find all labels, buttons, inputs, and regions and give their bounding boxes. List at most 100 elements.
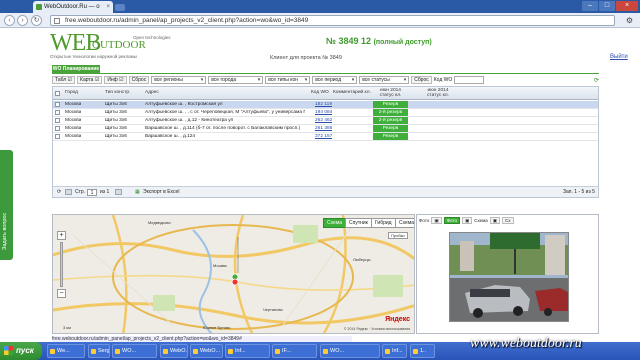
close-tab-icon[interactable]: × [106,4,110,10]
maximize-icon[interactable]: □ [599,1,615,11]
map-tab-hybrid[interactable]: Гибрид [371,218,396,228]
table-row[interactable]: Москва Щиты 3х6 Алтуфьевское ш. , , с от. … [53,109,598,117]
refresh-table-icon[interactable]: ⟳ [57,189,61,195]
page-input[interactable]: 1 [87,189,97,196]
taskbar-item[interactable]: Inf... [225,344,270,358]
cell-status[interactable]: Резерв [373,133,408,140]
col-city[interactable]: Город [65,90,78,95]
photo-thumb-2[interactable]: ▣ [461,217,473,224]
address-bar[interactable]: free.weboutdoor.ru/admin_panel/ap_projec… [50,15,615,26]
col-comment[interactable]: Комментарий кл. [333,90,371,95]
logout-link[interactable]: Выйти [610,54,628,60]
col-code[interactable]: Код WO [311,90,329,95]
table-row[interactable]: Москва Щиты 3х6 Варшавское ш. , д.124 372 1… [53,133,598,141]
zoom-control[interactable]: + − [57,231,69,301]
status-select[interactable]: все статусы ▾ [359,76,410,84]
map-copyright[interactable]: © 2014 Яндекс · Условия использования [344,327,410,331]
start-button[interactable]: пуск [0,342,42,360]
export-excel-link[interactable]: Экспорт в Excel [143,189,179,195]
col-type[interactable]: Тип констр. [105,90,130,95]
table-header: Город Тип констр. Адрес Код WO Комментар… [53,87,598,100]
traffic-button[interactable]: Пробки [388,232,408,239]
filter-bar: Табл ☑ Карта ☑ Инф ☑ Сброс все регионы ▾ … [52,75,599,85]
taskbar-item[interactable]: We... [47,344,85,358]
results-table: Город Тип констр. Адрес Код WO Комментар… [52,86,599,198]
cell-code[interactable]: 262 462 [315,117,332,124]
table-row[interactable]: Москва Щиты 3х6 Варшавское ш. , д.114 (б-7… [53,125,598,133]
tab-title: WebOutdoor.Ru — o [44,4,100,10]
zoom-in-icon[interactable]: + [57,231,66,240]
region-select[interactable]: все регионы ▾ [151,76,207,84]
zoom-out-icon[interactable]: − [57,289,66,298]
code-search-input[interactable] [454,76,485,84]
row-checkbox[interactable] [55,134,60,139]
taskbar-item[interactable]: Serge... [88,344,110,358]
cell-address: Варшавское ш. , д.124 [145,134,196,139]
new-tab-button[interactable] [115,4,125,11]
select-all-checkbox[interactable] [55,91,60,96]
reload-icon[interactable]: ↻ [31,15,42,26]
cell-code[interactable]: 372 157 [315,133,332,140]
first-page-icon[interactable] [65,189,72,195]
reset-button[interactable]: Сброс [128,76,150,84]
wrench-icon[interactable]: ⚙ [624,15,635,26]
photo-tab-active[interactable]: Фото [443,217,460,224]
zoom-slider[interactable] [60,242,63,287]
taskbar-item[interactable]: IF... [272,344,317,358]
taskbar-item[interactable]: 1.. [410,344,435,358]
taskbar-item[interactable]: WO... [320,344,380,358]
map-tab-scheme-2[interactable]: Схема [395,218,414,228]
photo-thumb-1[interactable]: ▣ [431,217,442,224]
excel-icon[interactable]: ▦ [135,189,140,195]
col-status-2[interactable]: июн 2014 статус кл. [423,88,453,98]
billboard-photo[interactable] [449,232,569,322]
taskbar-item[interactable]: WebO... [160,344,188,358]
divider [52,73,599,74]
taskbar-item[interactable]: WO... [112,344,157,358]
forward-icon[interactable]: › [17,15,28,26]
cell-code[interactable]: 182 119 [315,101,332,108]
planning-tab[interactable]: WO Планирование [52,65,100,73]
row-checkbox[interactable] [55,118,60,123]
map-label: Москва [213,263,227,268]
close-window-icon[interactable]: × [616,1,638,11]
type-select[interactable]: все типы кон ▾ [265,76,311,84]
table-row[interactable]: Москва Щиты 3х6 Алтуфьевское ш. , Костромс… [53,101,598,109]
next-page-icon[interactable] [115,189,122,195]
back-icon[interactable]: ‹ [4,15,15,26]
logo-tagline: Открытые технологии наружной рекламы [50,54,137,59]
cell-code[interactable]: 194 084 [315,109,332,116]
table-row[interactable]: Москва Щиты 3х6 Алтуфьевское ш. , д.12 - К… [53,117,598,125]
cell-type: Щиты 3х6 [105,118,127,123]
taskbar-item[interactable]: WebO... [190,344,223,358]
page-title: № 3849 12 (полный доступ) [326,36,432,46]
refresh-icon[interactable]: ⟳ [594,77,599,84]
cell-code[interactable]: 261 385 [315,125,332,132]
taskbar-item[interactable]: Inf... [382,344,407,358]
row-checkbox[interactable] [55,102,60,107]
map-view-button[interactable]: Карта ☑ [77,76,103,84]
yandex-logo[interactable]: Яндекс [385,316,410,323]
map-canvas[interactable] [53,215,415,334]
browser-tab[interactable]: WebOutdoor.Ru — o × [33,1,113,13]
scheme-tab-2[interactable]: Сх [502,217,514,224]
cell-status[interactable]: 2-й резерв [373,109,408,116]
ask-question-tab[interactable]: Задать вопрос [0,150,13,260]
map-tab-satellite[interactable]: Спутник [345,218,372,228]
map-panel[interactable]: + − Схема Спутник Гибрид Схема Пробки Ме… [52,214,415,334]
reset-button-2[interactable]: Сброс [411,76,432,84]
cell-status[interactable]: 2-й резерв [373,117,408,124]
map-tab-scheme[interactable]: Схема [323,218,347,228]
city-select[interactable]: все города ▾ [208,76,264,84]
period-select[interactable]: все период ▾ [312,76,358,84]
scheme-thumb[interactable]: ▣ [489,217,501,224]
row-checkbox[interactable] [55,126,60,131]
cell-status[interactable]: Резерв [373,101,408,108]
col-status-1[interactable]: июн 2014 статус кл. [373,88,408,98]
table-view-button[interactable]: Табл ☑ [52,76,76,84]
cell-status[interactable]: Резерв [373,125,408,132]
minimize-icon[interactable]: – [582,1,598,11]
col-address[interactable]: Адрес [145,90,159,95]
row-checkbox[interactable] [55,110,60,115]
info-view-button[interactable]: Инф ☑ [104,76,127,84]
